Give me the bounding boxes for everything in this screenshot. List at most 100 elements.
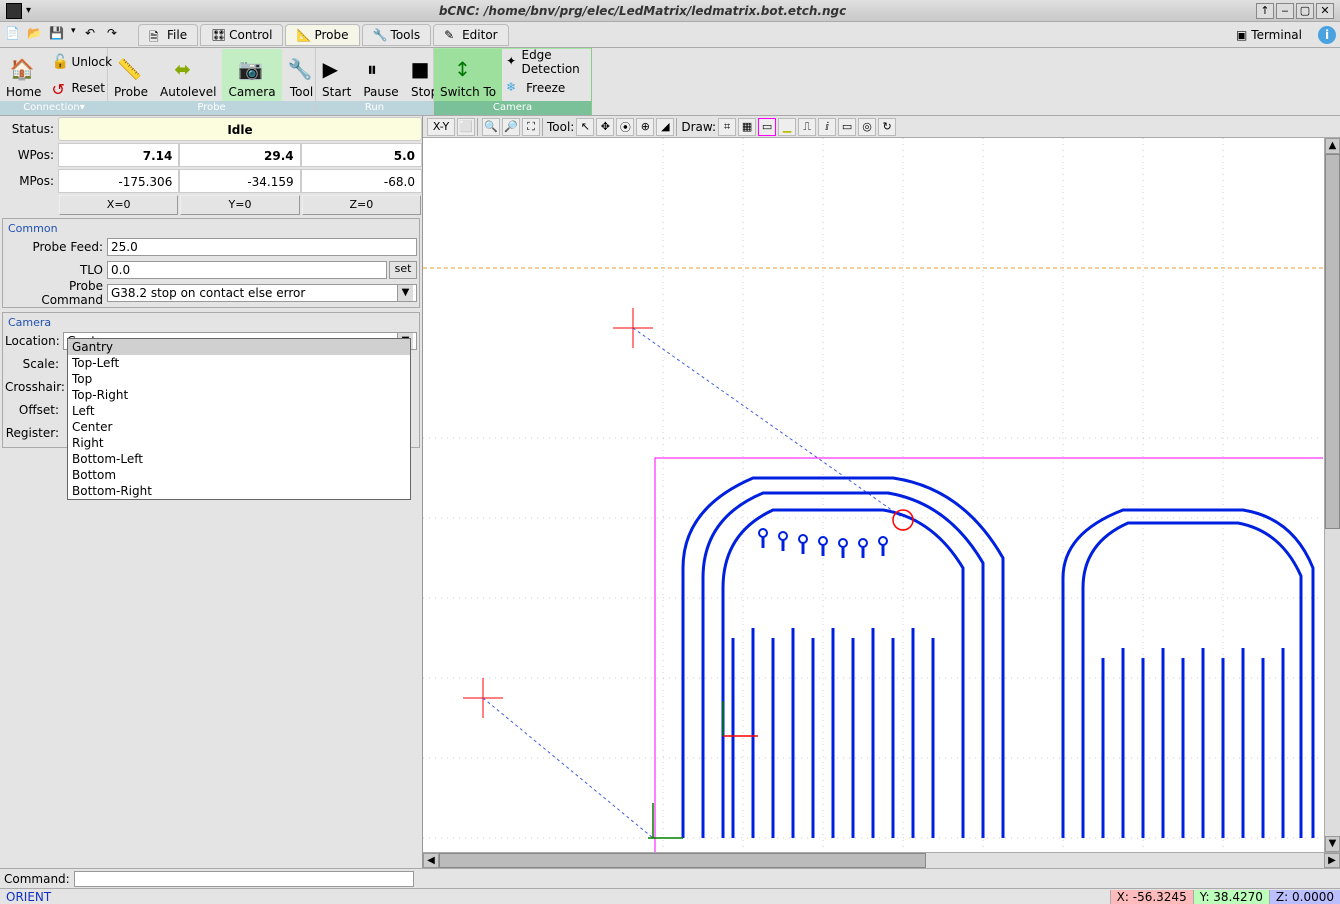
connection-group-label[interactable]: Connection▾ xyxy=(0,101,108,115)
editor-icon: ✎ xyxy=(444,28,458,42)
tlo-set-button[interactable]: set xyxy=(389,261,417,279)
camera-button[interactable]: Camera xyxy=(222,49,281,101)
draw-paths-icon[interactable]: ⅈ xyxy=(818,118,836,136)
new-icon[interactable]: 📄 xyxy=(4,25,24,45)
dropdown-option[interactable]: Top-Left xyxy=(68,355,410,371)
terminal-button[interactable]: ▣Terminal xyxy=(1228,26,1310,44)
draw-camera-icon[interactable]: ◎ xyxy=(858,118,876,136)
crosshair-label: Crosshair: xyxy=(5,380,63,394)
tlo-input[interactable] xyxy=(107,261,387,279)
menu-toolbar: 📄 📂 💾 ▾ ↶ ↷ 🗎File 🎛Control 📐Probe 🔧Tools… xyxy=(0,22,1340,48)
undo-icon[interactable]: ↶ xyxy=(84,25,104,45)
probe-icon xyxy=(117,57,145,85)
dropdown-option[interactable]: Left xyxy=(68,403,410,419)
home-button[interactable]: Home xyxy=(0,49,47,101)
terminal-icon: ▣ xyxy=(1236,28,1247,42)
tab-editor[interactable]: ✎Editor xyxy=(433,24,509,46)
probe-feed-input[interactable] xyxy=(107,238,417,256)
dropdown-option[interactable]: Bottom-Right xyxy=(68,483,410,499)
command-row: Command: xyxy=(0,868,1340,888)
status-value: Idle xyxy=(58,117,422,141)
draw-refresh-icon[interactable]: ↻ xyxy=(878,118,896,136)
dropdown-option[interactable]: Top-Right xyxy=(68,387,410,403)
dropdown-option[interactable]: Center xyxy=(68,419,410,435)
maximize-button[interactable]: ▢ xyxy=(1296,3,1314,19)
status-label: Status: xyxy=(0,122,58,136)
horizontal-scrollbar[interactable]: ◀ ▶ xyxy=(423,852,1340,868)
probe-command-combo[interactable]: G38.2 stop on contact else error▼ xyxy=(107,284,417,302)
ruler-tool-icon[interactable]: ◢ xyxy=(656,118,674,136)
draw-margin-icon[interactable]: ▭ xyxy=(758,118,776,136)
close-button[interactable]: ✕ xyxy=(1316,3,1334,19)
switch-to-button[interactable]: Switch To xyxy=(434,49,502,101)
common-legend: Common xyxy=(5,222,61,235)
zoom-out-icon[interactable]: 🔎 xyxy=(502,118,520,136)
save-icon[interactable]: 💾 xyxy=(48,25,68,45)
unlock-button[interactable]: Unlock xyxy=(47,49,116,75)
help-button[interactable]: i xyxy=(1318,26,1336,44)
command-label: Command: xyxy=(4,872,70,886)
readout-x: X: -56.3245 xyxy=(1110,890,1193,904)
draw-axes-icon[interactable]: ⌗ xyxy=(718,118,736,136)
draw-workarea-icon[interactable]: ▁ xyxy=(778,118,796,136)
move-tool-icon[interactable]: ✥ xyxy=(596,118,614,136)
start-button[interactable]: Start xyxy=(316,49,357,101)
canvas-svg xyxy=(423,138,1323,852)
pause-button[interactable]: Pause xyxy=(357,49,404,101)
wpos-y[interactable]: 29.4 xyxy=(179,143,300,167)
zoom-in-icon[interactable]: 🔍 xyxy=(482,118,500,136)
probe-button[interactable]: Probe xyxy=(108,49,154,101)
canvas-view[interactable] xyxy=(423,138,1324,852)
wpos-z[interactable]: 5.0 xyxy=(301,143,422,167)
draw-rapid-icon[interactable]: ▭ xyxy=(838,118,856,136)
save-dropdown-icon[interactable]: ▾ xyxy=(70,25,82,45)
dropdown-option[interactable]: Top xyxy=(68,371,410,387)
scroll-up-icon[interactable]: ▲ xyxy=(1325,138,1340,154)
view-reset-button[interactable]: ⬜ xyxy=(457,118,475,136)
select-tool-icon[interactable]: ↖ xyxy=(576,118,594,136)
reset-button[interactable]: Reset xyxy=(47,75,116,101)
open-icon[interactable]: 📂 xyxy=(26,25,46,45)
zero-x-button[interactable]: X=0 xyxy=(59,195,178,215)
tab-tools[interactable]: 🔧Tools xyxy=(362,24,432,46)
offset-label: Offset: xyxy=(5,403,63,417)
wpos-label: WPos: xyxy=(0,148,58,162)
dropdown-option[interactable]: Bottom-Left xyxy=(68,451,410,467)
scale-label: Scale: xyxy=(5,357,63,371)
dropdown-option[interactable]: Right xyxy=(68,435,410,451)
autolevel-button[interactable]: Autolevel xyxy=(154,49,222,101)
zoom-fit-icon[interactable]: ⛶ xyxy=(522,118,540,136)
scroll-left-icon[interactable]: ◀ xyxy=(423,853,439,868)
window-up-button[interactable]: ↑ xyxy=(1256,3,1274,19)
scroll-down-icon[interactable]: ▼ xyxy=(1325,836,1340,852)
xy-view-button[interactable]: X-Y xyxy=(427,118,455,136)
vertical-scrollbar[interactable]: ▲ ▼ xyxy=(1324,138,1340,852)
tool-icon xyxy=(288,57,316,85)
zero-z-button[interactable]: Z=0 xyxy=(302,195,421,215)
tools-icon: 🔧 xyxy=(373,28,387,42)
probe-tab-icon: 📐 xyxy=(296,28,310,42)
location-dropdown[interactable]: Gantry Top-Left Top Top-Right Left Cente… xyxy=(67,338,411,500)
command-input[interactable] xyxy=(74,871,414,887)
scroll-right-icon[interactable]: ▶ xyxy=(1324,853,1340,868)
file-icon: 🗎 xyxy=(149,28,163,42)
tab-control[interactable]: 🎛Control xyxy=(200,24,283,46)
edge-detection-button[interactable]: ✦Edge Detection xyxy=(502,49,591,75)
minimize-button[interactable]: ‒ xyxy=(1276,3,1294,19)
mpos-z: -68.0 xyxy=(301,169,422,193)
dropdown-option[interactable]: Bottom xyxy=(68,467,410,483)
freeze-button[interactable]: ❄Freeze xyxy=(502,75,591,101)
draw-grid-icon[interactable]: ▦ xyxy=(738,118,756,136)
wpos-x[interactable]: 7.14 xyxy=(58,143,179,167)
gantry-tool-icon[interactable]: ⊕ xyxy=(636,118,654,136)
tab-probe[interactable]: 📐Probe xyxy=(285,24,359,46)
dropdown-option[interactable]: Gantry xyxy=(68,339,410,355)
draw-probe-icon[interactable]: ⎍ xyxy=(798,118,816,136)
mpos-label: MPos: xyxy=(0,174,58,188)
probe-group-label: Probe xyxy=(108,101,315,115)
tab-file[interactable]: 🗎File xyxy=(138,24,198,46)
origin-tool-icon[interactable]: ⦿ xyxy=(616,118,634,136)
redo-icon[interactable]: ↷ xyxy=(106,25,126,45)
readout-z: Z: 0.0000 xyxy=(1269,890,1340,904)
zero-y-button[interactable]: Y=0 xyxy=(180,195,299,215)
